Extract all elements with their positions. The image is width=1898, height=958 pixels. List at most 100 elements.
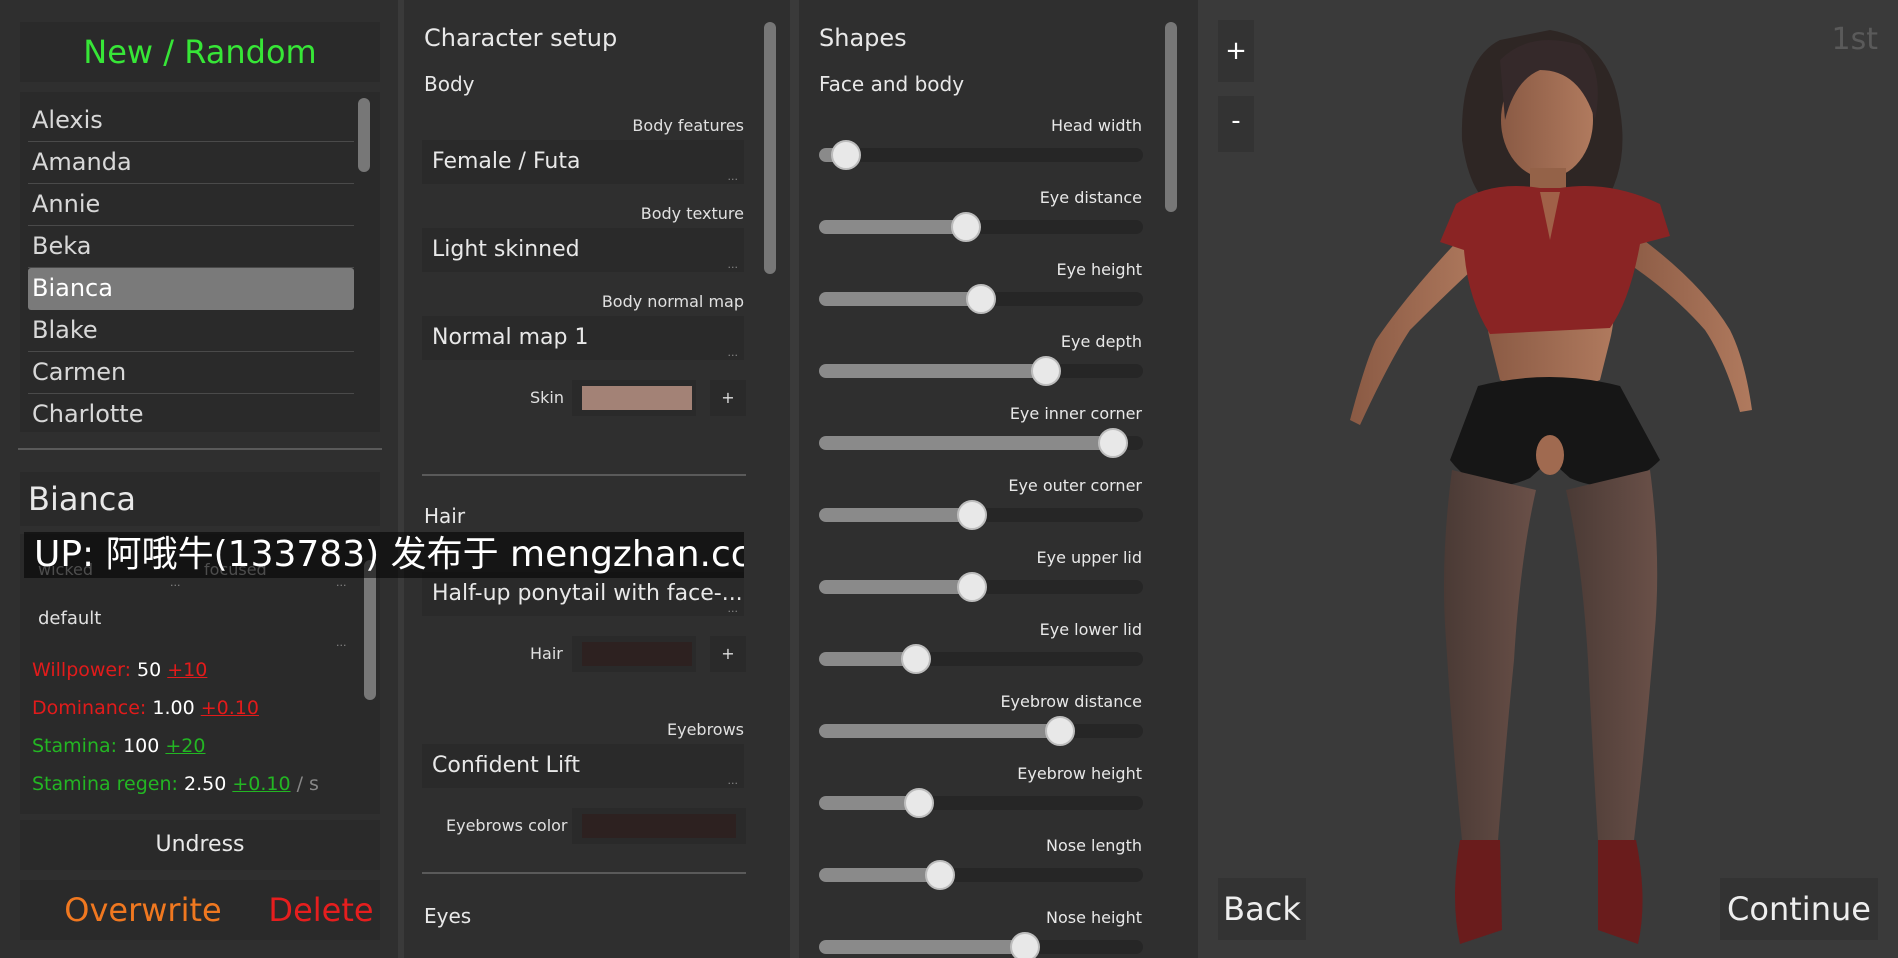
- character-list-item[interactable]: Charlotte: [28, 394, 354, 432]
- slider-fill: [819, 940, 1025, 954]
- stats-list: Willpower: 50 +10 Dominance: 1.00 +0.10 St…: [32, 654, 372, 806]
- character-list-item[interactable]: Bianca: [28, 268, 354, 310]
- slider-handle[interactable]: [951, 212, 981, 242]
- skin-add-button[interactable]: +: [710, 380, 746, 416]
- shape-slider[interactable]: [819, 500, 1143, 530]
- shape-slider[interactable]: [819, 284, 1143, 314]
- shapes-panel: Shapes Face and body Head width Eye dista…: [799, 0, 1198, 958]
- hair-color-label: Hair: [530, 644, 563, 663]
- slider-handle[interactable]: [1098, 428, 1128, 458]
- skin-label: Skin: [530, 388, 565, 407]
- stat-label: Dominance:: [32, 697, 153, 719]
- hair-style-value: Half-up ponytail with face-...: [432, 581, 743, 606]
- shape-slider[interactable]: [819, 356, 1143, 386]
- shape-slider[interactable]: [819, 572, 1143, 602]
- left-divider: [18, 448, 382, 450]
- stat-label: Stamina:: [32, 735, 124, 757]
- character-model: [1350, 30, 1752, 944]
- character-list-scrollbar[interactable]: [358, 98, 370, 172]
- slider-fill: [819, 220, 966, 234]
- character-list-panel: New / Random Alexis Amanda Annie Beka Bianca…: [0, 0, 734, 958]
- stat-value: 1.00: [152, 697, 201, 719]
- character-list-item[interactable]: Amanda: [28, 142, 354, 184]
- shape-slider[interactable]: [819, 428, 1143, 458]
- delete-button[interactable]: Delete: [262, 880, 380, 940]
- character-list: Alexis Amanda Annie Beka Bianca Blake Carmen Ch…: [20, 92, 380, 432]
- stat-unit: / s: [290, 773, 319, 795]
- shape-slider[interactable]: [819, 212, 1143, 242]
- hair-divider: [422, 872, 746, 874]
- character-list-item[interactable]: Carmen: [28, 352, 354, 394]
- hair-style-more-icon: ...: [727, 602, 739, 615]
- slider-label: Eye outer corner: [1008, 476, 1142, 495]
- slider-label: Nose length: [1045, 836, 1142, 855]
- slider-handle[interactable]: [1010, 932, 1040, 958]
- slider-handle[interactable]: [904, 788, 934, 818]
- overwrite-button[interactable]: Overwrite: [20, 880, 266, 940]
- shape-slider[interactable]: [819, 644, 1143, 674]
- hair-style-select[interactable]: Half-up ponytail with face-......: [422, 572, 744, 616]
- new-random-button[interactable]: New / Random: [20, 22, 380, 82]
- body-features-more-icon: ...: [727, 170, 739, 183]
- body-texture-label: Body texture: [640, 204, 744, 223]
- character-setup-panel: Character setup Body Body features Femal…: [404, 0, 790, 958]
- slider-label: Eye inner corner: [1009, 404, 1142, 423]
- slider-handle[interactable]: [966, 284, 996, 314]
- slider-handle[interactable]: [901, 644, 931, 674]
- hair-add-button[interactable]: +: [710, 636, 746, 672]
- stat-increment: +20: [165, 735, 206, 757]
- slider-label: Nose height: [1045, 908, 1142, 927]
- body-divider: [422, 474, 746, 476]
- eyes-heading: Eyes: [424, 904, 472, 928]
- eyebrows-color-label: Eyebrows color: [446, 816, 568, 835]
- slider-label: Eye height: [1056, 260, 1142, 279]
- stat-row: Stamina regen: 2.50 +0.10 / s: [32, 768, 372, 806]
- skin-color-swatch[interactable]: [582, 386, 692, 410]
- eyebrows-color-swatch[interactable]: [582, 814, 736, 838]
- body-normal-map-select[interactable]: Normal map 1...: [422, 316, 744, 360]
- shape-slider[interactable]: [819, 140, 1143, 170]
- slider-fill: [819, 292, 981, 306]
- hair-color-swatch[interactable]: [582, 642, 692, 666]
- stat-row: Willpower: 50 +10: [32, 654, 372, 692]
- shape-slider[interactable]: [819, 860, 1143, 890]
- setup-title: Character setup: [424, 24, 618, 52]
- character-list-item[interactable]: Blake: [28, 310, 354, 352]
- zoom-out-button[interactable]: -: [1218, 96, 1254, 152]
- body-normal-map-label: Body normal map: [601, 292, 744, 311]
- stat-label: Willpower:: [32, 659, 138, 681]
- character-list-item[interactable]: Beka: [28, 226, 354, 268]
- shape-slider[interactable]: [819, 788, 1143, 818]
- slider-handle[interactable]: [1045, 716, 1075, 746]
- slider-handle[interactable]: [957, 572, 987, 602]
- preset-select-value: default: [38, 608, 102, 629]
- stat-row: Dominance: 1.00 +0.10: [32, 692, 372, 730]
- preset-select[interactable]: default ...: [26, 600, 356, 649]
- slider-handle[interactable]: [925, 860, 955, 890]
- continue-button[interactable]: Continue: [1720, 878, 1878, 940]
- body-features-select[interactable]: Female / Futa...: [422, 140, 744, 184]
- slider-handle[interactable]: [831, 140, 861, 170]
- eyebrows-select[interactable]: Confident Lift...: [422, 744, 744, 788]
- slider-fill: [819, 508, 972, 522]
- character-viewport[interactable]: + - 1st Back Continue: [1200, 0, 1898, 958]
- undress-button[interactable]: Undress: [20, 820, 380, 870]
- character-name-field[interactable]: Bianca: [20, 472, 380, 526]
- shape-sliders: Head width Eye distance Eye height Eye dept…: [799, 0, 1198, 958]
- back-button[interactable]: Back: [1218, 878, 1306, 940]
- slider-fill: [819, 364, 1046, 378]
- shape-slider[interactable]: [819, 716, 1143, 746]
- stat-label: Stamina regen:: [32, 773, 184, 795]
- shape-slider[interactable]: [819, 932, 1143, 958]
- character-list-item[interactable]: Annie: [28, 184, 354, 226]
- zoom-in-button[interactable]: +: [1218, 20, 1254, 82]
- eyebrows-more-icon: ...: [727, 774, 739, 787]
- body-texture-select[interactable]: Light skinned...: [422, 228, 744, 272]
- setup-scrollbar[interactable]: [764, 22, 776, 274]
- view-mode-label[interactable]: 1st: [1832, 22, 1878, 57]
- eyebrows-value: Confident Lift: [432, 753, 581, 778]
- slider-handle[interactable]: [957, 500, 987, 530]
- slider-handle[interactable]: [1031, 356, 1061, 386]
- character-list-item[interactable]: Alexis: [28, 100, 354, 142]
- stat-increment: +0.10: [200, 697, 259, 719]
